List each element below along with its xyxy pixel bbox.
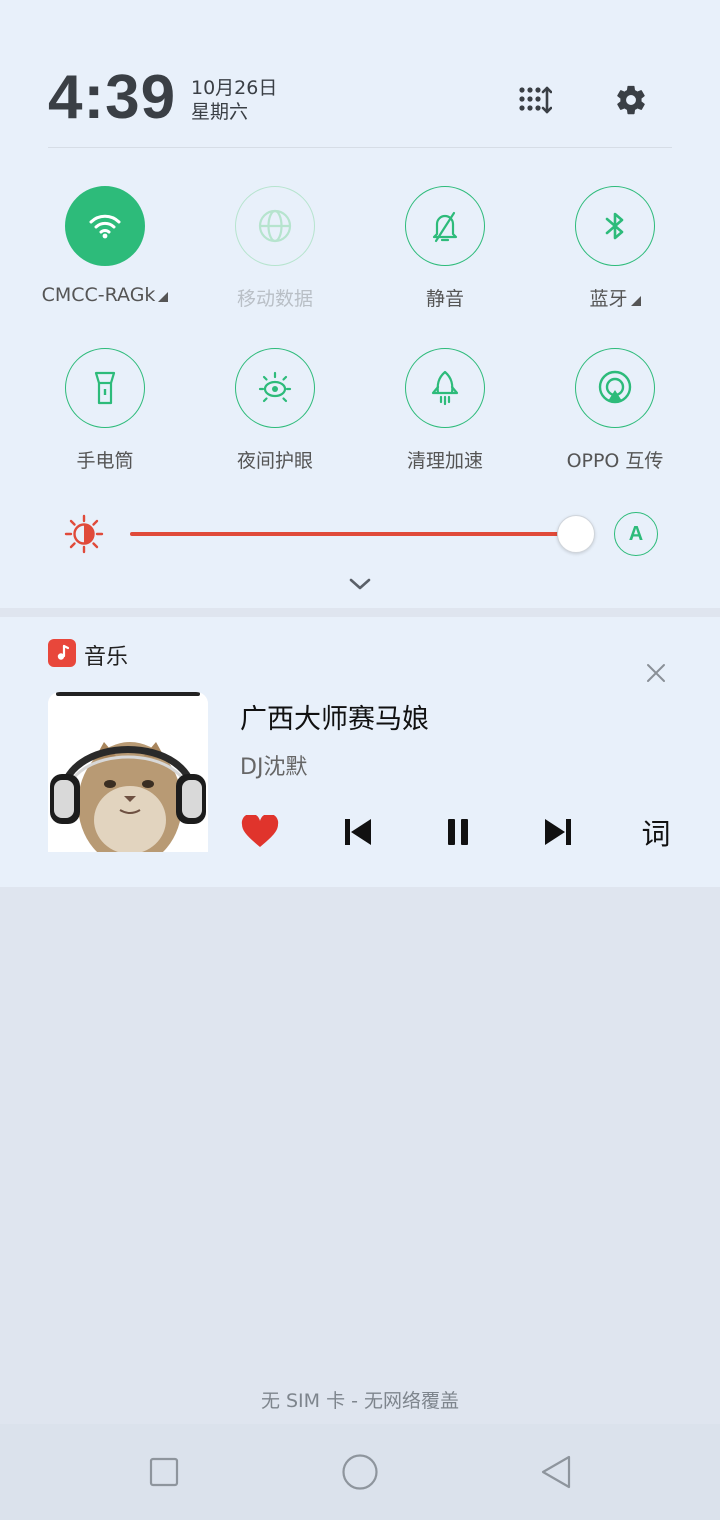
- wifi-toggle[interactable]: [65, 186, 145, 266]
- skip-next-icon: [545, 819, 571, 845]
- chevron-down-icon[interactable]: [346, 574, 374, 594]
- close-icon[interactable]: [642, 659, 670, 687]
- clock: 4:39: [48, 63, 177, 132]
- expand-arrow-icon: [630, 296, 641, 306]
- tile-flashlight-label: 手电筒: [76, 450, 134, 472]
- square-icon: [149, 1457, 179, 1487]
- next-button[interactable]: [538, 812, 578, 852]
- brightness-slider-track[interactable]: [130, 532, 576, 536]
- album-art: [48, 692, 208, 852]
- tile-mobile-data[interactable]: 移动数据: [190, 186, 360, 311]
- boost-toggle[interactable]: [405, 348, 485, 428]
- tile-silent[interactable]: 静音: [360, 186, 530, 311]
- weekday: 星期六: [191, 101, 249, 123]
- tile-boost-label: 清理加速: [406, 450, 483, 472]
- date-block: 10月26日 星期六: [191, 76, 277, 124]
- music-notification[interactable]: 音乐 广西大师赛马娘 DJ沈默 词: [0, 617, 720, 887]
- flashlight-toggle[interactable]: [65, 348, 145, 428]
- night-mode-toggle[interactable]: [235, 348, 315, 428]
- grid-edit-icon[interactable]: [515, 80, 555, 120]
- rocket-icon: [431, 370, 459, 406]
- brightness-slider-thumb[interactable]: [557, 515, 595, 553]
- song-title: 广西大师赛马娘: [240, 704, 429, 735]
- tile-bluetooth-label: 蓝牙: [589, 284, 641, 311]
- globe-icon: [258, 209, 292, 243]
- oppo-share-toggle[interactable]: [575, 348, 655, 428]
- bell-off-icon: [432, 211, 458, 243]
- pause-icon: [448, 819, 468, 845]
- heart-icon: [241, 815, 279, 847]
- tile-mobile-data-label: 移动数据: [236, 288, 313, 310]
- expand-arrow-icon: [158, 292, 169, 302]
- home-button[interactable]: [340, 1452, 380, 1492]
- music-app-icon: [48, 639, 76, 667]
- tile-oppo-share[interactable]: OPPO 互传: [530, 348, 700, 473]
- settings-gear-icon[interactable]: [611, 80, 651, 120]
- tile-night-mode[interactable]: 夜间护眼: [190, 348, 360, 473]
- like-button[interactable]: [240, 812, 280, 852]
- tile-flashlight[interactable]: 手电筒: [20, 348, 190, 473]
- eye-care-icon: [258, 371, 292, 403]
- previous-button[interactable]: [338, 812, 378, 852]
- bluetooth-toggle[interactable]: [575, 186, 655, 266]
- back-button[interactable]: [536, 1452, 576, 1492]
- auto-brightness-button[interactable]: A: [614, 512, 658, 556]
- bluetooth-icon: [605, 212, 624, 240]
- recents-button[interactable]: [144, 1452, 184, 1492]
- mobile-data-toggle[interactable]: [235, 186, 315, 266]
- tile-wifi[interactable]: CMCC-RAGk: [20, 186, 190, 306]
- sim-status-text: 无 SIM 卡 - 无网络覆盖: [260, 1390, 460, 1412]
- quick-settings-panel: 4:39 10月26日 星期六 CMCC-RAGk 移动数据 静音 蓝牙 手电筒…: [0, 0, 720, 608]
- navigation-bar: [0, 1424, 720, 1520]
- date: 10月26日: [191, 77, 278, 99]
- circle-icon: [342, 1454, 378, 1490]
- lyrics-button[interactable]: 词: [636, 812, 676, 852]
- tile-silent-label: 静音: [425, 288, 464, 310]
- artist-name: DJ沈默: [240, 755, 308, 780]
- tile-bluetooth[interactable]: 蓝牙: [530, 186, 700, 311]
- pause-button[interactable]: [438, 812, 478, 852]
- oppo-share-icon: [598, 370, 632, 404]
- wifi-icon: [89, 214, 121, 239]
- brightness-icon: [64, 514, 104, 554]
- music-app-name: 音乐: [84, 645, 129, 670]
- flashlight-icon: [94, 371, 116, 405]
- divider: [48, 147, 672, 148]
- triangle-back-icon: [541, 1455, 571, 1489]
- tile-oppo-share-label: OPPO 互传: [566, 450, 664, 472]
- skip-previous-icon: [345, 819, 371, 845]
- tile-night-mode-label: 夜间护眼: [236, 450, 313, 472]
- silent-toggle[interactable]: [405, 186, 485, 266]
- tile-boost[interactable]: 清理加速: [360, 348, 530, 473]
- tile-wifi-label: CMCC-RAGk: [42, 284, 169, 306]
